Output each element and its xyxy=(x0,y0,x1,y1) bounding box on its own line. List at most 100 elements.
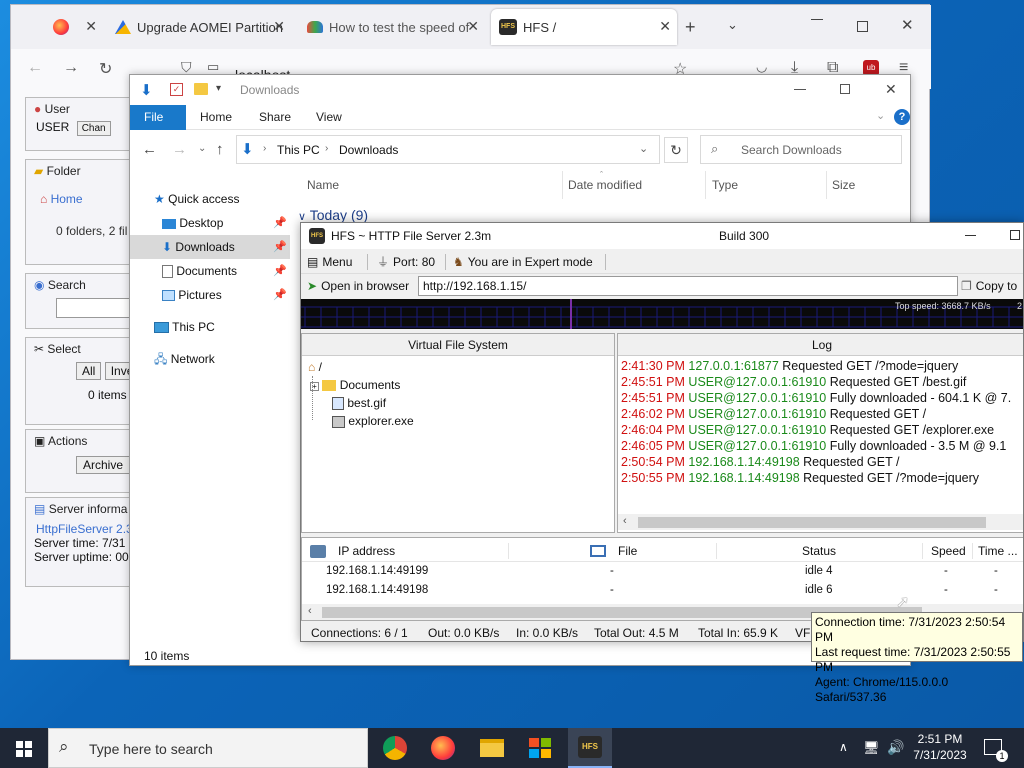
server-link[interactable]: HttpFileServer 2.3 xyxy=(26,520,144,536)
scroll-left-icon[interactable]: ‹ xyxy=(308,605,312,617)
column-size[interactable]: Size xyxy=(832,178,855,192)
minimize-icon[interactable] xyxy=(811,19,823,20)
table-row[interactable]: 192.168.1.14:49199 - idle 4 - - xyxy=(302,562,1023,581)
close-icon[interactable]: ✕ xyxy=(659,18,671,35)
maximize-icon[interactable] xyxy=(1010,230,1020,240)
reload-icon[interactable]: ↻ xyxy=(99,59,112,79)
vfs-item-documents[interactable]: + Documents xyxy=(310,378,400,392)
column-date-modified[interactable]: Date modified xyxy=(568,178,642,192)
port-button[interactable]: ⏚ Port: 80 xyxy=(377,253,435,271)
firefox-icon[interactable] xyxy=(431,736,455,760)
column-time[interactable]: Time ... xyxy=(978,540,1018,562)
hfs-url-field[interactable]: http://192.168.1.15/ xyxy=(418,276,958,296)
new-tab-plus-icon[interactable]: + xyxy=(685,17,696,38)
log-address: USER@127.0.0.1:61910 xyxy=(688,439,827,453)
up-icon[interactable]: ↑ xyxy=(216,141,224,158)
back-icon[interactable]: ← xyxy=(27,59,43,77)
close-window-icon[interactable]: ✕ xyxy=(901,16,914,34)
scrollbar-thumb[interactable] xyxy=(638,517,986,528)
close-window-icon[interactable]: ✕ xyxy=(885,81,897,98)
browser-tab-aomei[interactable]: Upgrade AOMEI Partition ✕ xyxy=(107,9,291,45)
home-link[interactable]: Home xyxy=(51,192,83,206)
column-status[interactable]: Status xyxy=(802,540,836,562)
column-speed[interactable]: Speed xyxy=(931,540,966,562)
close-icon[interactable]: ✕ xyxy=(273,18,285,35)
scroll-left-icon[interactable]: ‹ xyxy=(623,515,627,527)
close-icon[interactable]: ✕ xyxy=(85,18,97,35)
select-header: Select xyxy=(47,342,81,356)
address-dropdown-icon[interactable]: ⌄ xyxy=(639,142,648,155)
archive-button[interactable]: Archive xyxy=(76,456,131,474)
pocket-icon[interactable]: ◡ xyxy=(756,59,767,75)
column-ip-address[interactable]: IP address xyxy=(338,540,395,562)
group-header[interactable]: ∨ Today (9) xyxy=(298,207,368,223)
qat-dropdown-icon[interactable]: ▾ xyxy=(216,83,221,94)
taskbar-search-box[interactable]: ⌕ Type here to search xyxy=(48,728,368,768)
clock[interactable]: 2:51 PM 7/31/2023 xyxy=(905,731,975,767)
properties-icon[interactable]: ✓ xyxy=(170,83,183,96)
breadcrumb-separator-icon: › xyxy=(325,143,329,154)
page-info-icon[interactable]: ▭ xyxy=(207,59,219,75)
forward-icon[interactable]: → xyxy=(63,59,79,77)
ribbon-tab-file[interactable]: File xyxy=(130,105,186,130)
column-name[interactable]: Name xyxy=(307,178,339,192)
log-time: 2:46:04 PM xyxy=(621,423,685,437)
table-row[interactable]: 192.168.1.14:49198 - idle 6 - - xyxy=(302,581,1023,600)
show-hidden-icons-chevron-icon[interactable]: ∧ xyxy=(839,740,848,754)
select-all-button[interactable]: All xyxy=(76,362,102,380)
ribbon-tab-view[interactable]: View xyxy=(302,105,356,130)
breadcrumb-downloads[interactable]: Downloads xyxy=(339,143,398,157)
minimize-icon[interactable] xyxy=(794,89,806,90)
forward-icon[interactable]: → xyxy=(172,141,187,158)
change-password-button[interactable]: Chan xyxy=(76,121,111,136)
vfs-item-best-gif[interactable]: best.gif xyxy=(332,396,386,411)
recent-locations-chevron-icon[interactable]: ⌄ xyxy=(198,143,206,154)
hfs-url-row: ➤ Open in browser http://192.168.1.15/ ❐ C… xyxy=(301,274,1023,298)
expert-mode-icon: ♞ xyxy=(453,255,464,269)
ribbon-expand-chevron-icon[interactable]: ⌄ xyxy=(876,109,885,122)
minimize-icon[interactable] xyxy=(965,235,976,236)
close-icon[interactable]: ✕ xyxy=(467,18,479,35)
vfs-root-label: / xyxy=(318,360,322,374)
list-tabs-chevron-icon[interactable]: ⌄ xyxy=(727,17,738,33)
address-bar[interactable]: ⬇ › This PC › Downloads ⌄ xyxy=(236,135,660,164)
back-icon[interactable]: ← xyxy=(142,141,157,158)
help-icon[interactable]: ? xyxy=(894,109,910,125)
browser-tab-speed[interactable]: How to test the speed of ✕ xyxy=(299,9,485,45)
ribbon-tab-share[interactable]: Share xyxy=(245,105,305,130)
vfs-root[interactable]: ⌂ / xyxy=(308,360,322,374)
chrome-icon[interactable] xyxy=(383,736,407,760)
nav-this-pc[interactable]: This PC xyxy=(130,315,290,339)
store-icon[interactable] xyxy=(529,738,551,758)
nav-quick-access[interactable]: ★ Quick access xyxy=(130,187,290,211)
new-folder-icon[interactable] xyxy=(194,83,208,95)
maximize-icon[interactable] xyxy=(857,21,868,32)
nav-network[interactable]: 🖧 Network xyxy=(130,347,290,371)
nav-downloads[interactable]: ⬇ Downloads 📌 xyxy=(130,235,290,259)
column-file[interactable]: File xyxy=(618,540,637,562)
nav-pictures[interactable]: Pictures 📌 xyxy=(130,283,290,307)
browser-tab-firefox[interactable]: ✕ xyxy=(45,9,103,45)
server-uptime: Server uptime: 00 xyxy=(34,550,129,564)
breadcrumb-this-pc[interactable]: This PC xyxy=(277,143,320,157)
hfs-taskbar-button[interactable]: HFS xyxy=(568,728,612,768)
network-icon[interactable]: 🖥 xyxy=(863,740,880,756)
refresh-icon[interactable]: ↻ xyxy=(664,137,688,163)
vfs-item-explorer-exe[interactable]: explorer.exe xyxy=(332,414,414,428)
copy-to-clipboard-button[interactable]: ❐ Copy to xyxy=(961,277,1017,295)
nav-documents[interactable]: Documents 📌 xyxy=(130,259,290,283)
search-box[interactable]: ⌕ Search Downloads xyxy=(700,135,902,164)
browser-tab-hfs[interactable]: HFS HFS / ✕ xyxy=(491,9,677,45)
open-in-browser-button[interactable]: ➤ Open in browser xyxy=(307,277,409,295)
start-button[interactable] xyxy=(0,728,48,768)
volume-icon[interactable]: 🔊 xyxy=(887,739,904,756)
pin-icon: 📌 xyxy=(273,217,287,229)
column-type[interactable]: Type xyxy=(712,178,738,192)
log-horizontal-scrollbar[interactable]: ‹ xyxy=(618,514,1023,530)
nav-desktop[interactable]: Desktop 📌 xyxy=(130,211,290,235)
maximize-icon[interactable] xyxy=(840,84,850,94)
menu-button[interactable]: ▤ Menu xyxy=(307,253,352,271)
mode-button[interactable]: ♞ You are in Expert mode xyxy=(453,253,593,271)
file-explorer-icon[interactable] xyxy=(480,739,504,757)
ribbon-tab-home[interactable]: Home xyxy=(186,105,246,130)
